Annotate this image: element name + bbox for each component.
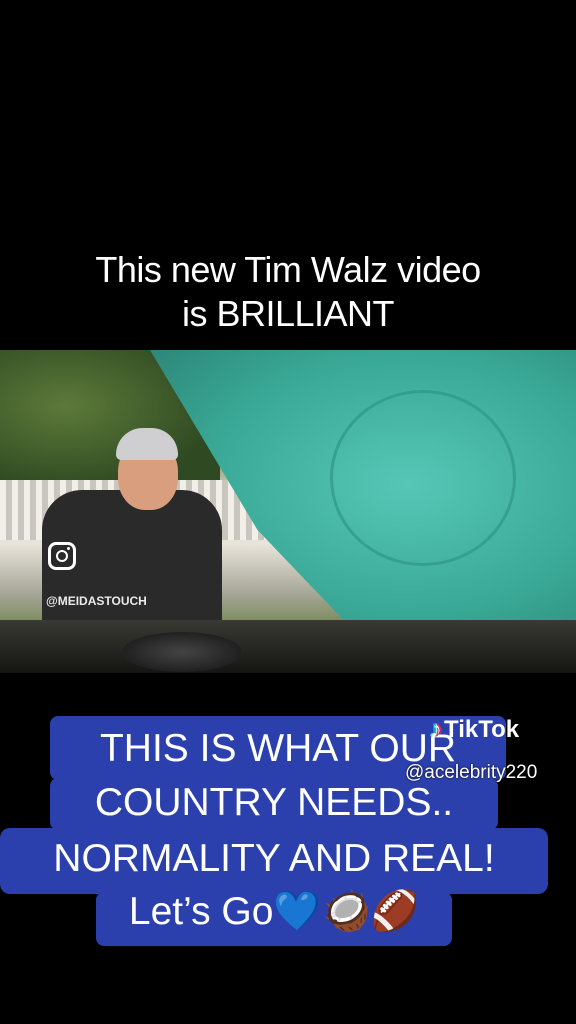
watermark-handle: @MEIDASTOUCH <box>46 594 147 608</box>
engine-bay <box>0 620 576 673</box>
hood-panel <box>330 390 516 566</box>
air-cleaner <box>122 632 242 672</box>
title-line-1: This new Tim Walz video <box>95 249 481 290</box>
caption-line-3: NORMALITY AND REAL! <box>0 828 548 894</box>
caption-line-2: COUNTRY NEEDS.. <box>50 778 498 830</box>
tiktok-logo-icon: ♪ <box>430 716 442 743</box>
title-line-2: is BRILLIANT <box>181 293 395 334</box>
tiktok-username: @acelebrity220 <box>405 762 538 783</box>
video-title: This new Tim Walz video is BRILLIANT <box>0 248 576 336</box>
caption-line-4: Let’s Go💙🥥🏈 <box>96 892 452 946</box>
tiktok-watermark: ♪TikTok <box>430 716 519 744</box>
tiktok-label: TikTok <box>444 716 520 743</box>
instagram-icon <box>48 542 76 570</box>
video-frame[interactable]: @MEIDASTOUCH <box>0 350 576 673</box>
